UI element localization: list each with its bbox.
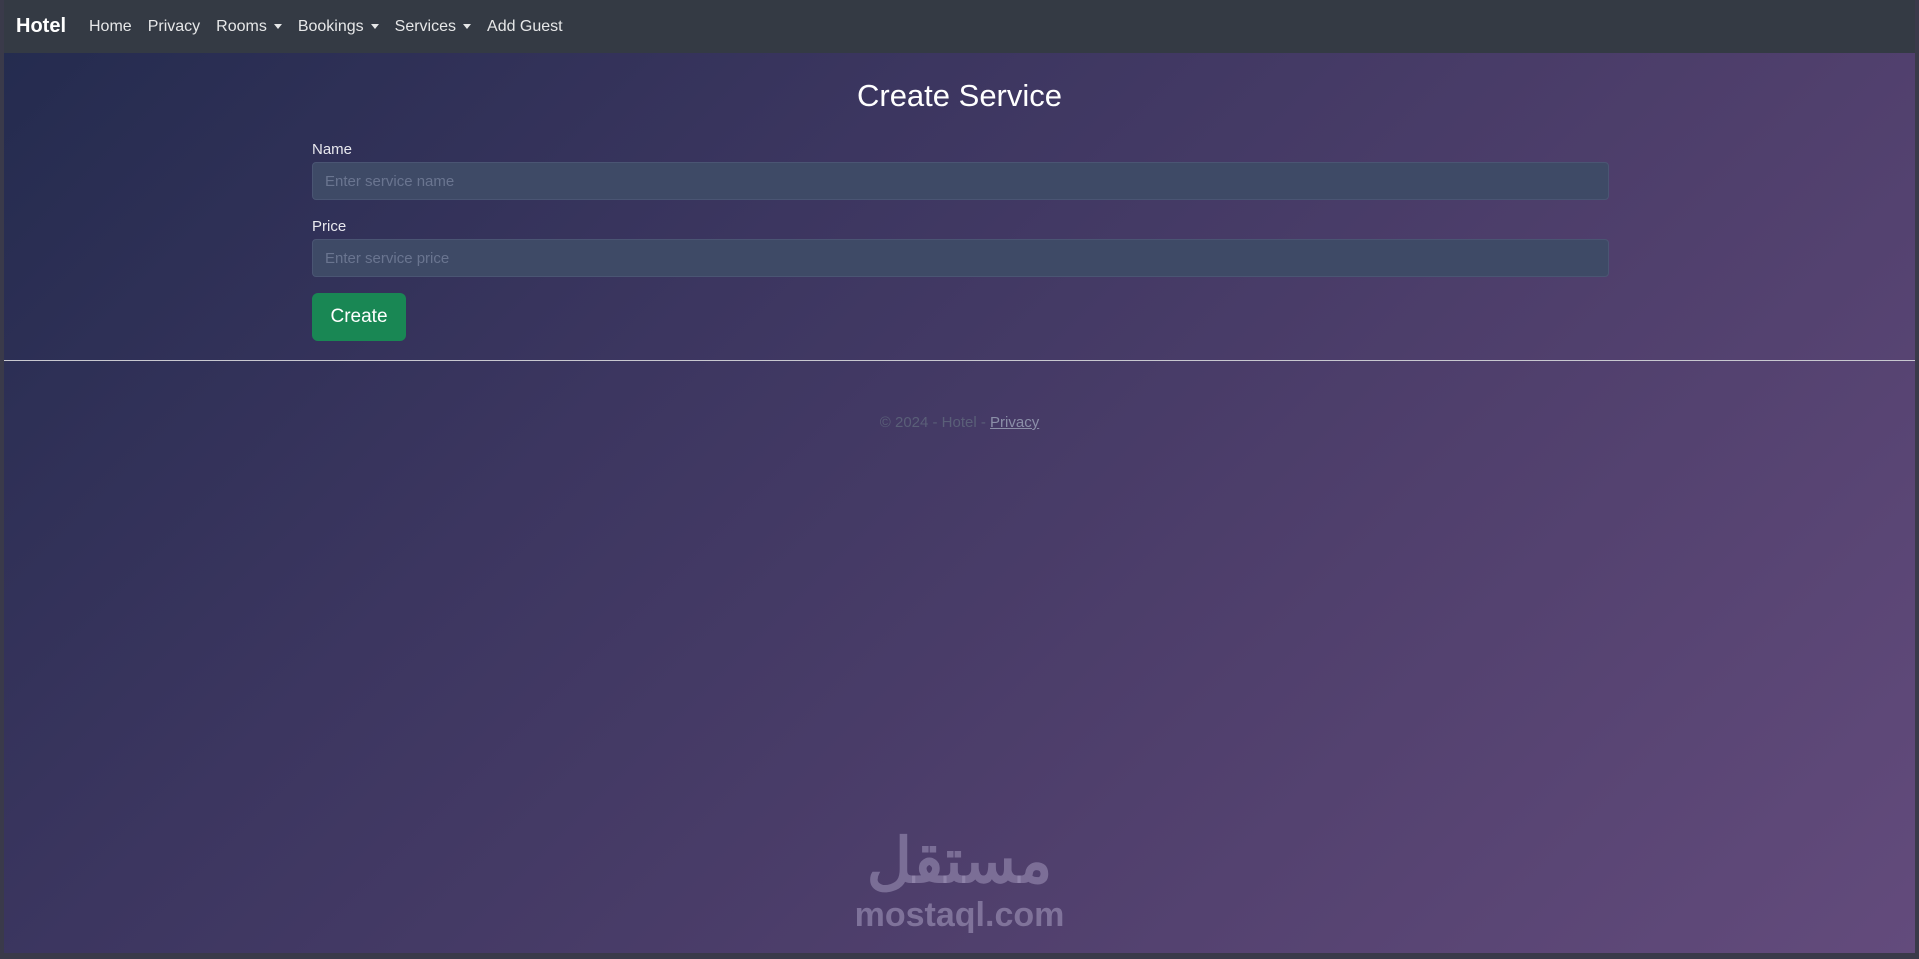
create-button[interactable]: Create — [312, 293, 406, 341]
caret-down-icon — [463, 24, 472, 29]
nav-item-label: Add Guest — [487, 17, 563, 35]
watermark-text: mostaql.com — [854, 896, 1065, 934]
footer-divider — [4, 360, 1915, 361]
caret-down-icon — [370, 24, 379, 29]
nav-item-label: Rooms — [216, 17, 267, 35]
nav-item-label: Services — [394, 17, 457, 35]
brand-link[interactable]: Hotel — [16, 15, 66, 38]
service-price-input[interactable] — [312, 239, 1609, 277]
nav-item-add-guest[interactable]: Add Guest — [487, 18, 563, 36]
footer-privacy-link[interactable]: Privacy — [990, 414, 1039, 431]
create-service-form: Name Price Create — [312, 141, 1609, 341]
nav-item-label: Home — [89, 17, 132, 35]
watermark: مستقل mostaql.com — [4, 827, 1915, 935]
name-label: Name — [312, 141, 353, 158]
nav-item-rooms[interactable]: Rooms — [216, 18, 282, 36]
nav-item-label: Privacy — [147, 17, 201, 35]
nav-item-bookings[interactable]: Bookings — [298, 18, 379, 36]
nav-item-services[interactable]: Services — [394, 17, 472, 36]
nav-item-home[interactable]: Home — [89, 18, 132, 36]
service-name-input[interactable] — [312, 162, 1609, 200]
nav-item-privacy[interactable]: Privacy — [148, 18, 200, 36]
price-label: Price — [312, 218, 347, 235]
name-field-group: Name — [312, 141, 1609, 200]
page-title: Create Service — [856, 78, 1063, 113]
watermark-logo: مستقل — [866, 827, 1053, 896]
app-frame: Hotel Home Privacy Rooms Bookings Servic… — [4, 0, 1915, 953]
footer-copyright: © 2024 - Hotel - — [879, 414, 991, 431]
caret-down-icon — [273, 24, 282, 29]
footer: © 2024 - Hotel - Privacy — [4, 414, 1915, 431]
nav-item-label: Bookings — [297, 17, 364, 35]
top-navbar: Hotel Home Privacy Rooms Bookings Servic… — [4, 0, 1915, 53]
price-field-group: Price — [312, 218, 1609, 277]
